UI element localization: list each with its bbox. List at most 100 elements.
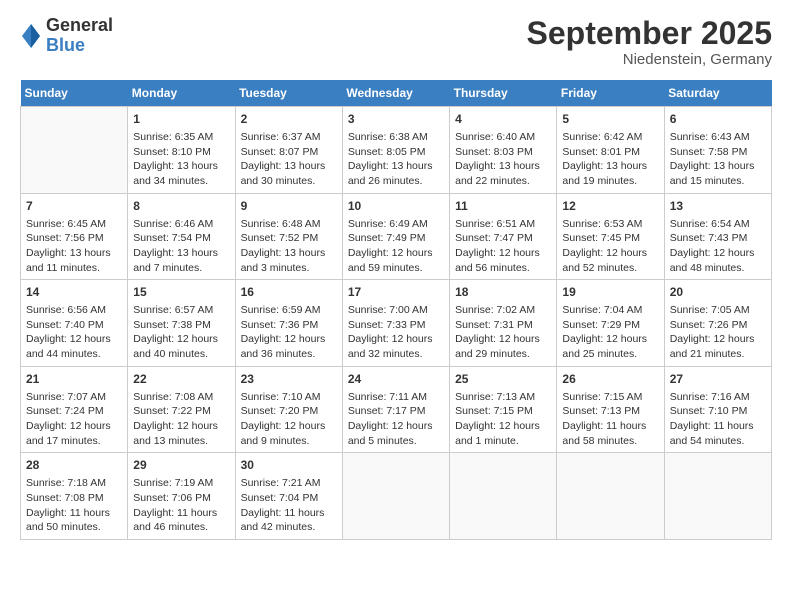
day-number: 6 [670, 111, 766, 128]
day-info: Sunrise: 6:57 AMSunset: 7:38 PMDaylight:… [133, 303, 229, 362]
day-info: Sunrise: 7:02 AMSunset: 7:31 PMDaylight:… [455, 303, 551, 362]
location: Niedenstein, Germany [527, 51, 772, 68]
day-info: Sunrise: 6:38 AMSunset: 8:05 PMDaylight:… [348, 130, 444, 189]
calendar-cell: 28 Sunrise: 7:18 AMSunset: 7:08 PMDayligh… [21, 453, 128, 540]
day-info: Sunrise: 7:18 AMSunset: 7:08 PMDaylight:… [26, 476, 122, 535]
day-info: Sunrise: 6:37 AMSunset: 8:07 PMDaylight:… [241, 130, 337, 189]
day-number: 24 [348, 371, 444, 388]
calendar-cell [342, 453, 449, 540]
calendar-cell: 17 Sunrise: 7:00 AMSunset: 7:33 PMDayligh… [342, 280, 449, 367]
calendar-cell: 26Sunrise: 7:15 AMSunset: 7:13 PMDayligh… [557, 366, 664, 453]
day-info: Sunrise: 7:13 AMSunset: 7:15 PMDaylight:… [455, 390, 551, 449]
day-number: 30 [241, 457, 337, 474]
day-number: 22 [133, 371, 229, 388]
calendar-cell: 24 Sunrise: 7:11 AMSunset: 7:17 PMDayligh… [342, 366, 449, 453]
calendar-cell: 27 Sunrise: 7:16 AMSunset: 7:10 PMDayligh… [664, 366, 771, 453]
calendar-cell: 15 Sunrise: 6:57 AMSunset: 7:38 PMDayligh… [128, 280, 235, 367]
calendar-cell: 22 Sunrise: 7:08 AMSunset: 7:22 PMDayligh… [128, 366, 235, 453]
day-number: 5 [562, 111, 658, 128]
calendar-table: SundayMondayTuesdayWednesdayThursdayFrid… [20, 80, 772, 540]
calendar-cell: 13Sunrise: 6:54 AMSunset: 7:43 PMDayligh… [664, 193, 771, 280]
weekday-header-row: SundayMondayTuesdayWednesdayThursdayFrid… [21, 80, 772, 107]
calendar-cell: 25 Sunrise: 7:13 AMSunset: 7:15 PMDayligh… [450, 366, 557, 453]
day-number: 14 [26, 284, 122, 301]
day-number: 1 [133, 111, 229, 128]
day-info: Sunrise: 7:11 AMSunset: 7:17 PMDaylight:… [348, 390, 444, 449]
calendar-cell: 8Sunrise: 6:46 AMSunset: 7:54 PMDaylight… [128, 193, 235, 280]
weekday-header-tuesday: Tuesday [235, 80, 342, 107]
day-number: 7 [26, 198, 122, 215]
calendar-cell: 12Sunrise: 6:53 AMSunset: 7:45 PMDayligh… [557, 193, 664, 280]
day-number: 15 [133, 284, 229, 301]
day-info: Sunrise: 7:08 AMSunset: 7:22 PMDaylight:… [133, 390, 229, 449]
calendar-cell [557, 453, 664, 540]
day-info: Sunrise: 7:00 AMSunset: 7:33 PMDaylight:… [348, 303, 444, 362]
month-title: September 2025 [527, 16, 772, 51]
day-number: 25 [455, 371, 551, 388]
logo-text-blue: Blue [46, 35, 85, 55]
weekday-header-saturday: Saturday [664, 80, 771, 107]
page-header: General Blue September 2025 Niedenstein,… [20, 16, 772, 68]
calendar-cell: 16Sunrise: 6:59 AMSunset: 7:36 PMDayligh… [235, 280, 342, 367]
calendar-cell: 7 Sunrise: 6:45 AMSunset: 7:56 PMDaylight… [21, 193, 128, 280]
day-number: 18 [455, 284, 551, 301]
day-number: 19 [562, 284, 658, 301]
calendar-cell: 3 Sunrise: 6:38 AMSunset: 8:05 PMDaylight… [342, 107, 449, 194]
day-number: 23 [241, 371, 337, 388]
calendar-cell: 14 Sunrise: 6:56 AMSunset: 7:40 PMDayligh… [21, 280, 128, 367]
day-info: Sunrise: 7:16 AMSunset: 7:10 PMDaylight:… [670, 390, 766, 449]
day-number: 28 [26, 457, 122, 474]
day-info: Sunrise: 7:10 AMSunset: 7:20 PMDaylight:… [241, 390, 337, 449]
day-info: Sunrise: 6:48 AMSunset: 7:52 PMDaylight:… [241, 217, 337, 276]
weekday-header-friday: Friday [557, 80, 664, 107]
calendar-body: 1 Sunrise: 6:35 AMSunset: 8:10 PMDaylight… [21, 107, 772, 540]
weekday-header-wednesday: Wednesday [342, 80, 449, 107]
day-number: 26 [562, 371, 658, 388]
day-number: 17 [348, 284, 444, 301]
day-number: 9 [241, 198, 337, 215]
day-info: Sunrise: 6:43 AMSunset: 7:58 PMDaylight:… [670, 130, 766, 189]
calendar-cell: 10Sunrise: 6:49 AMSunset: 7:49 PMDayligh… [342, 193, 449, 280]
day-number: 29 [133, 457, 229, 474]
day-info: Sunrise: 6:54 AMSunset: 7:43 PMDaylight:… [670, 217, 766, 276]
calendar-cell: 2 Sunrise: 6:37 AMSunset: 8:07 PMDaylight… [235, 107, 342, 194]
day-number: 16 [241, 284, 337, 301]
calendar-cell: 18 Sunrise: 7:02 AMSunset: 7:31 PMDayligh… [450, 280, 557, 367]
day-info: Sunrise: 7:19 AMSunset: 7:06 PMDaylight:… [133, 476, 229, 535]
day-info: Sunrise: 6:42 AMSunset: 8:01 PMDaylight:… [562, 130, 658, 189]
calendar-cell: 29 Sunrise: 7:19 AMSunset: 7:06 PMDayligh… [128, 453, 235, 540]
title-block: September 2025 Niedenstein, Germany [527, 16, 772, 68]
day-info: Sunrise: 6:51 AMSunset: 7:47 PMDaylight:… [455, 217, 551, 276]
day-number: 21 [26, 371, 122, 388]
day-info: Sunrise: 6:35 AMSunset: 8:10 PMDaylight:… [133, 130, 229, 189]
day-number: 4 [455, 111, 551, 128]
calendar-week-5: 28 Sunrise: 7:18 AMSunset: 7:08 PMDayligh… [21, 453, 772, 540]
day-number: 3 [348, 111, 444, 128]
calendar-week-1: 1 Sunrise: 6:35 AMSunset: 8:10 PMDaylight… [21, 107, 772, 194]
weekday-header-monday: Monday [128, 80, 235, 107]
day-number: 20 [670, 284, 766, 301]
calendar-cell [21, 107, 128, 194]
calendar-cell: 5 Sunrise: 6:42 AMSunset: 8:01 PMDaylight… [557, 107, 664, 194]
day-number: 2 [241, 111, 337, 128]
calendar-cell: 4Sunrise: 6:40 AMSunset: 8:03 PMDaylight… [450, 107, 557, 194]
day-info: Sunrise: 6:56 AMSunset: 7:40 PMDaylight:… [26, 303, 122, 362]
weekday-header-sunday: Sunday [21, 80, 128, 107]
day-number: 11 [455, 198, 551, 215]
calendar-cell: 19Sunrise: 7:04 AMSunset: 7:29 PMDayligh… [557, 280, 664, 367]
calendar-cell: 21 Sunrise: 7:07 AMSunset: 7:24 PMDayligh… [21, 366, 128, 453]
day-number: 8 [133, 198, 229, 215]
calendar-week-2: 7 Sunrise: 6:45 AMSunset: 7:56 PMDaylight… [21, 193, 772, 280]
calendar-cell [450, 453, 557, 540]
day-info: Sunrise: 6:45 AMSunset: 7:56 PMDaylight:… [26, 217, 122, 276]
calendar-cell [664, 453, 771, 540]
day-number: 27 [670, 371, 766, 388]
calendar-week-4: 21 Sunrise: 7:07 AMSunset: 7:24 PMDayligh… [21, 366, 772, 453]
calendar-cell: 9 Sunrise: 6:48 AMSunset: 7:52 PMDaylight… [235, 193, 342, 280]
weekday-header-thursday: Thursday [450, 80, 557, 107]
day-info: Sunrise: 7:07 AMSunset: 7:24 PMDaylight:… [26, 390, 122, 449]
day-number: 10 [348, 198, 444, 215]
day-number: 12 [562, 198, 658, 215]
day-info: Sunrise: 7:05 AMSunset: 7:26 PMDaylight:… [670, 303, 766, 362]
calendar-cell: 1 Sunrise: 6:35 AMSunset: 8:10 PMDaylight… [128, 107, 235, 194]
